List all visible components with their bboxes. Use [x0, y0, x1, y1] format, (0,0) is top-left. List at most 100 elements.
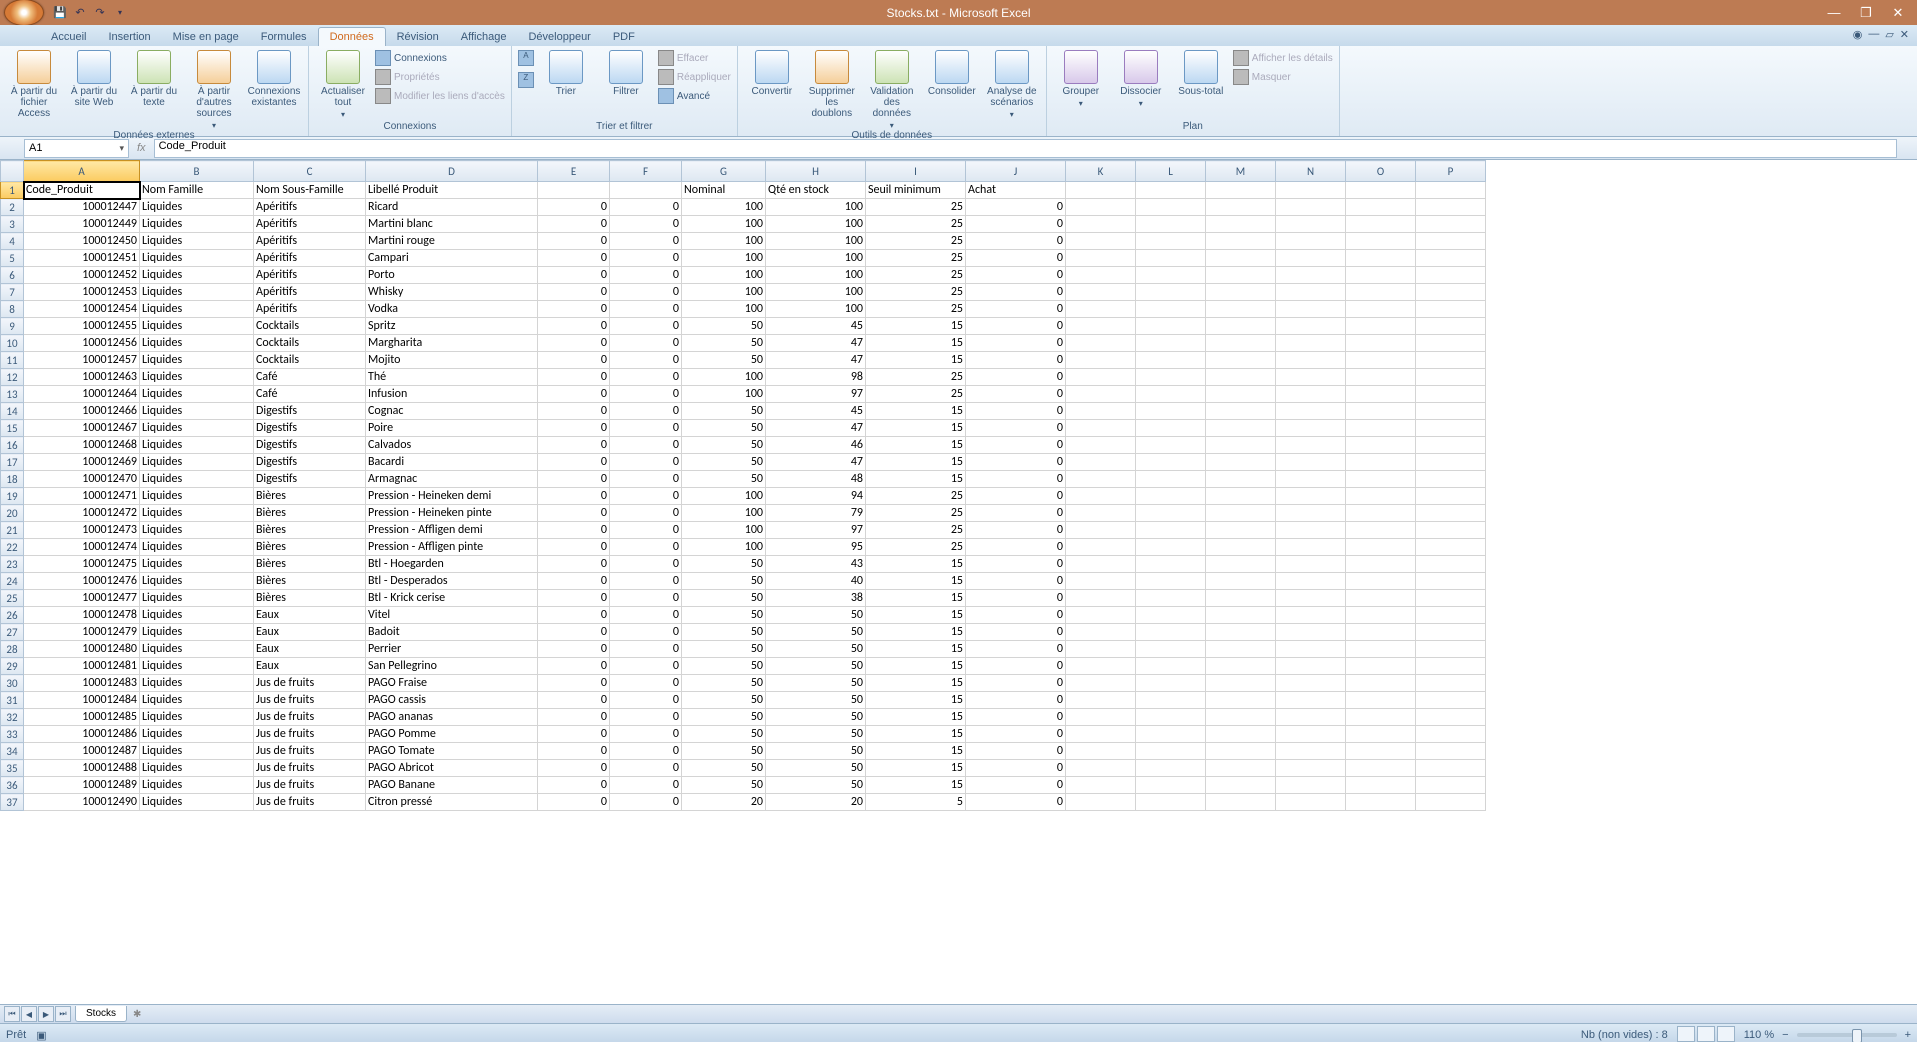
cell[interactable]: 0	[610, 488, 682, 505]
whatif-button[interactable]: Analyse de scénarios▾	[984, 50, 1040, 119]
cell[interactable]: 0	[610, 675, 682, 692]
cell[interactable]	[1416, 454, 1486, 471]
cell[interactable]	[1276, 692, 1346, 709]
cell[interactable]	[1066, 624, 1136, 641]
show-detail-button[interactable]: Afficher les détails	[1233, 50, 1333, 66]
cell[interactable]: Jus de fruits	[254, 709, 366, 726]
ungroup-button[interactable]: Dissocier▾	[1113, 50, 1169, 108]
cell[interactable]	[1206, 233, 1276, 250]
cell[interactable]: 50	[766, 624, 866, 641]
cell[interactable]: 20	[766, 794, 866, 811]
cell[interactable]: 0	[610, 777, 682, 794]
cell[interactable]: Calvados	[366, 437, 538, 454]
cell[interactable]: 15	[866, 420, 966, 437]
cell[interactable]: 47	[766, 335, 866, 352]
cell[interactable]: 0	[610, 539, 682, 556]
cell[interactable]: 0	[610, 471, 682, 488]
cell[interactable]	[1276, 182, 1346, 199]
cell[interactable]	[1066, 573, 1136, 590]
cell[interactable]: 0	[538, 250, 610, 267]
cell[interactable]	[1066, 743, 1136, 760]
cell[interactable]: 0	[538, 233, 610, 250]
cell[interactable]	[1206, 488, 1276, 505]
cell[interactable]: 15	[866, 641, 966, 658]
cell[interactable]	[610, 182, 682, 199]
cell[interactable]: 0	[966, 777, 1066, 794]
properties-button[interactable]: Propriétés	[375, 69, 505, 85]
cell[interactable]: 15	[866, 556, 966, 573]
cell[interactable]: 15	[866, 573, 966, 590]
cell[interactable]	[1276, 284, 1346, 301]
cell[interactable]: 0	[538, 641, 610, 658]
cell[interactable]	[1066, 590, 1136, 607]
cell[interactable]: 5	[866, 794, 966, 811]
cell[interactable]	[1276, 726, 1346, 743]
row-header[interactable]: 15	[1, 420, 24, 437]
cell[interactable]	[1136, 182, 1206, 199]
cell[interactable]	[1346, 199, 1416, 216]
cell[interactable]: Liquides	[140, 199, 254, 216]
macro-record-icon[interactable]: ▣	[36, 1029, 46, 1042]
cell[interactable]: Armagnac	[366, 471, 538, 488]
cell[interactable]	[1066, 199, 1136, 216]
cell[interactable]: 100012470	[24, 471, 140, 488]
cell[interactable]: 0	[610, 607, 682, 624]
cell[interactable]	[1066, 301, 1136, 318]
cell[interactable]	[1066, 471, 1136, 488]
cell[interactable]: 100	[766, 301, 866, 318]
cell[interactable]	[1136, 199, 1206, 216]
cell[interactable]	[1066, 641, 1136, 658]
tab-insert[interactable]: Insertion	[97, 28, 161, 46]
cell[interactable]: 0	[610, 454, 682, 471]
cell[interactable]: 50	[682, 675, 766, 692]
cell[interactable]	[1206, 454, 1276, 471]
cell[interactable]: PAGO cassis	[366, 692, 538, 709]
cell[interactable]	[1206, 726, 1276, 743]
cell[interactable]: 50	[682, 471, 766, 488]
new-sheet-button[interactable]: ✱	[133, 1009, 141, 1020]
cell[interactable]	[1276, 743, 1346, 760]
cell[interactable]: 0	[538, 301, 610, 318]
row-header[interactable]: 2	[1, 199, 24, 216]
cell[interactable]: PAGO ananas	[366, 709, 538, 726]
cell[interactable]	[1276, 573, 1346, 590]
cell[interactable]: Poire	[366, 420, 538, 437]
cell[interactable]	[1206, 658, 1276, 675]
cell[interactable]	[1066, 505, 1136, 522]
cell[interactable]: 46	[766, 437, 866, 454]
cell[interactable]: 45	[766, 403, 866, 420]
cell[interactable]: 100012464	[24, 386, 140, 403]
cell[interactable]: 0	[966, 352, 1066, 369]
cell[interactable]	[1416, 437, 1486, 454]
cell[interactable]: 0	[538, 352, 610, 369]
cell[interactable]: 0	[610, 403, 682, 420]
cell[interactable]	[1206, 335, 1276, 352]
cell[interactable]: 0	[538, 590, 610, 607]
cell[interactable]	[1276, 233, 1346, 250]
cell[interactable]: Liquides	[140, 488, 254, 505]
cell[interactable]: 47	[766, 420, 866, 437]
cell[interactable]	[1206, 675, 1276, 692]
col-header-J[interactable]: J	[966, 161, 1066, 182]
cell[interactable]	[1066, 403, 1136, 420]
cell[interactable]: Nom Sous-Famille	[254, 182, 366, 199]
cell[interactable]: Liquides	[140, 743, 254, 760]
cell[interactable]: Liquides	[140, 624, 254, 641]
cell[interactable]	[1136, 760, 1206, 777]
cell[interactable]: 0	[610, 573, 682, 590]
cell[interactable]: 50	[682, 777, 766, 794]
cell[interactable]: 50	[682, 607, 766, 624]
cell[interactable]: 97	[766, 522, 866, 539]
cell[interactable]: 100012466	[24, 403, 140, 420]
cell[interactable]: Digestifs	[254, 454, 366, 471]
cell[interactable]: Liquides	[140, 386, 254, 403]
col-header-O[interactable]: O	[1346, 161, 1416, 182]
col-header-L[interactable]: L	[1136, 161, 1206, 182]
cell[interactable]	[1276, 335, 1346, 352]
maximize-button[interactable]: ❐	[1853, 5, 1879, 21]
cell[interactable]: 0	[966, 386, 1066, 403]
existing-connections-button[interactable]: Connexions existantes	[246, 50, 302, 108]
cell[interactable]	[1206, 301, 1276, 318]
office-button[interactable]	[4, 0, 44, 26]
cell[interactable]: 25	[866, 233, 966, 250]
